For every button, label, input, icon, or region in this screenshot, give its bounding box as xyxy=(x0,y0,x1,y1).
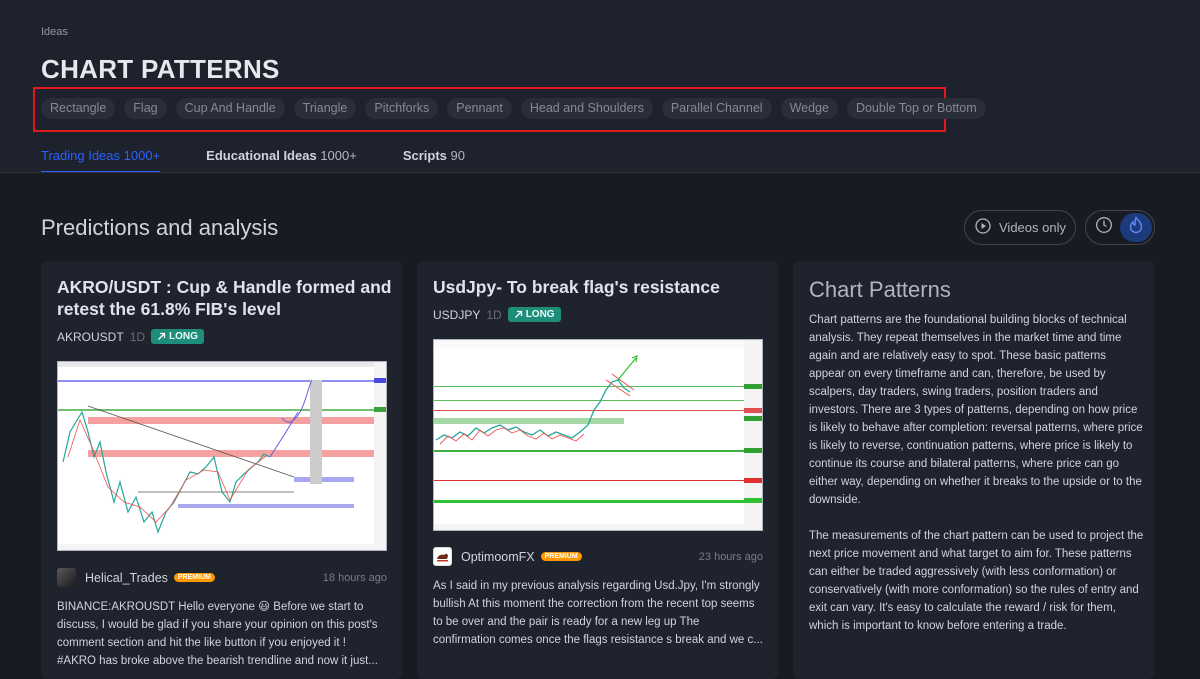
videos-only-button[interactable]: Videos only xyxy=(964,210,1076,245)
play-circle-icon xyxy=(975,218,991,237)
info-paragraph: The measurements of the chart pattern ca… xyxy=(809,530,1144,632)
idea-description[interactable]: As I said in my previous analysis regard… xyxy=(433,577,763,649)
sort-popular-button[interactable] xyxy=(1120,213,1152,242)
tag-head-and-shoulders[interactable]: Head and Shoulders xyxy=(520,98,653,119)
videos-only-label: Videos only xyxy=(999,220,1066,235)
bull-logo-icon xyxy=(437,553,448,562)
info-body: Chart patterns are the foundational buil… xyxy=(809,311,1144,653)
idea-interval: 1D xyxy=(129,329,146,344)
published-time: 18 hours ago xyxy=(322,571,387,584)
author-row: Helical_Trades PREMIUM 18 hours ago xyxy=(57,568,387,587)
tag-triangle[interactable]: Triangle xyxy=(293,98,357,119)
tab-label: Scripts xyxy=(402,148,447,163)
avatar[interactable] xyxy=(433,547,452,566)
published-time: 23 hours ago xyxy=(698,550,763,563)
author-name[interactable]: OptimoomFX xyxy=(461,550,535,564)
idea-meta: USDJPY 1D LONG xyxy=(433,307,561,322)
pattern-tags: Rectangle Flag Cup And Handle Triangle P… xyxy=(41,98,986,119)
direction-label: LONG xyxy=(169,331,198,342)
tab-count: 1000+ xyxy=(123,148,161,163)
tab-educational-ideas[interactable]: Educational Ideas 1000+ xyxy=(206,148,357,173)
tag-pitchforks[interactable]: Pitchforks xyxy=(365,98,439,119)
idea-chart-thumbnail[interactable] xyxy=(57,361,387,551)
tag-flag[interactable]: Flag xyxy=(124,98,167,119)
direction-label: LONG xyxy=(525,309,555,320)
page-title: CHART PATTERNS xyxy=(41,54,280,84)
idea-interval: 1D xyxy=(486,307,502,322)
idea-title[interactable]: AKRO/USDT : Cup & Handle formed and rete… xyxy=(57,276,392,320)
section-title: Predictions and analysis xyxy=(41,215,279,240)
idea-chart-thumbnail[interactable] xyxy=(433,339,763,531)
long-badge: LONG xyxy=(151,329,204,344)
idea-symbol[interactable]: USDJPY xyxy=(433,308,480,322)
premium-badge: PREMIUM xyxy=(173,573,215,582)
premium-badge: PREMIUM xyxy=(540,552,582,561)
tag-parallel-channel[interactable]: Parallel Channel xyxy=(661,98,772,119)
tag-double-top-or-bottom[interactable]: Double Top or Bottom xyxy=(846,98,986,119)
flame-icon xyxy=(1127,215,1145,239)
akro-chart-image xyxy=(58,362,386,550)
tab-count: 1000+ xyxy=(320,148,357,163)
tab-label: Trading Ideas xyxy=(41,148,121,163)
idea-symbol[interactable]: AKROUSDT xyxy=(57,330,124,344)
author-name[interactable]: Helical_Trades xyxy=(85,571,168,585)
sort-toggle xyxy=(1085,210,1155,245)
chart-patterns-info-card: Chart Patterns Chart patterns are the fo… xyxy=(793,261,1154,679)
usdjpy-chart-image xyxy=(434,340,762,530)
idea-card[interactable]: AKRO/USDT : Cup & Handle formed and rete… xyxy=(41,261,402,679)
long-badge: LONG xyxy=(507,307,561,322)
author-row: OptimoomFX PREMIUM 23 hours ago xyxy=(433,547,763,566)
idea-title[interactable]: UsdJpy- To break flag's resistance xyxy=(433,276,768,298)
tag-wedge[interactable]: Wedge xyxy=(780,98,838,119)
info-title: Chart Patterns xyxy=(809,277,951,302)
tab-trading-ideas[interactable]: Trading Ideas 1000+ xyxy=(41,148,161,173)
tab-scripts[interactable]: Scripts 90 xyxy=(403,148,465,173)
clock-icon xyxy=(1095,216,1113,239)
tabs: Trading Ideas 1000+ Educational Ideas 10… xyxy=(41,148,465,173)
info-paragraph: Chart patterns are the foundational buil… xyxy=(809,314,1143,506)
arrow-up-right-icon xyxy=(514,310,522,318)
arrow-up-right-icon xyxy=(158,332,166,340)
idea-meta: AKROUSDT 1D LONG xyxy=(57,329,204,344)
idea-card[interactable]: UsdJpy- To break flag's resistance USDJP… xyxy=(417,261,778,679)
breadcrumb[interactable]: Ideas xyxy=(41,26,68,38)
tag-rectangle[interactable]: Rectangle xyxy=(41,98,116,119)
tab-label: Educational Ideas xyxy=(206,148,317,163)
avatar[interactable] xyxy=(57,568,76,587)
tab-count: 90 xyxy=(450,148,466,163)
tag-pennant[interactable]: Pennant xyxy=(447,98,512,119)
idea-description[interactable]: BINANCE:AKROUSDT Hello everyone 😃 Before… xyxy=(57,598,387,670)
tag-cup-and-handle[interactable]: Cup And Handle xyxy=(175,98,285,119)
sort-recent-button[interactable] xyxy=(1088,213,1120,242)
